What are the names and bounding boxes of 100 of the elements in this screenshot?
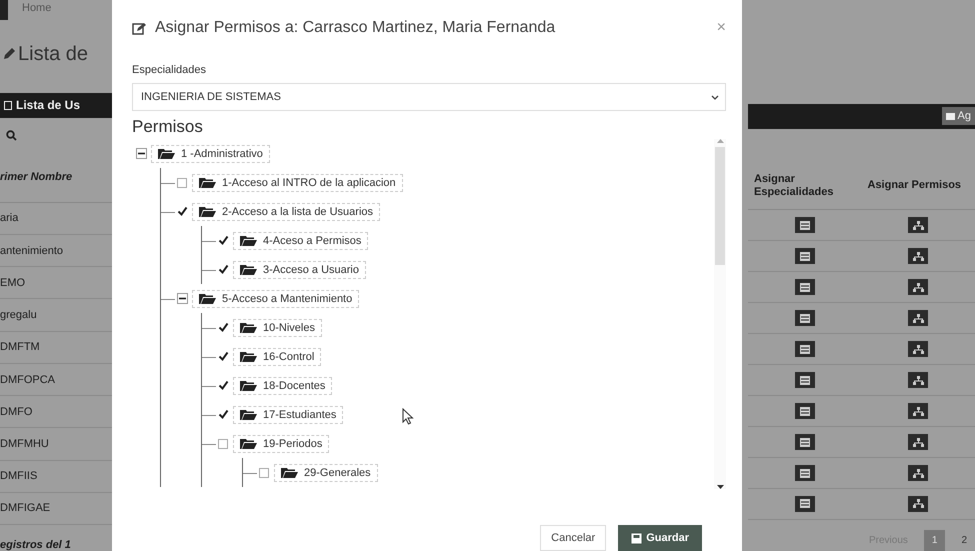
list-icon bbox=[800, 406, 810, 416]
folder-icon bbox=[240, 235, 257, 246]
tree-item[interactable]: 3-Acceso a Usuario bbox=[233, 260, 366, 278]
records-info: egistros del 1 bbox=[0, 538, 72, 551]
specialties-button[interactable] bbox=[794, 434, 815, 450]
pagination-button[interactable]: 2 bbox=[953, 530, 975, 551]
scrollbar-thumb[interactable] bbox=[715, 147, 725, 265]
checkbox[interactable] bbox=[218, 409, 229, 420]
tree-item[interactable]: 4-Aceso a Permisos bbox=[233, 232, 368, 250]
tree-item[interactable]: 17-Estudiantes bbox=[233, 406, 344, 424]
list-icon bbox=[4, 100, 12, 110]
cancel-button[interactable]: Cancelar bbox=[540, 525, 606, 551]
hierarchy-icon bbox=[912, 406, 924, 416]
tree-item[interactable]: 1-Acceso al INTRO de la aplicacion bbox=[192, 174, 403, 192]
tree-item[interactable]: 1 -Administrativo bbox=[151, 144, 270, 162]
permissions-button[interactable] bbox=[908, 248, 928, 264]
permissions-button[interactable] bbox=[908, 310, 928, 326]
hierarchy-icon bbox=[912, 376, 924, 385]
table-cell: DMFO bbox=[0, 406, 32, 418]
collapse-icon[interactable] bbox=[136, 148, 147, 159]
specialties-button[interactable] bbox=[794, 248, 815, 264]
search-icon[interactable] bbox=[6, 130, 17, 141]
permissions-button[interactable] bbox=[908, 341, 928, 358]
checkbox[interactable] bbox=[218, 264, 229, 275]
tree-item[interactable]: 19-Periodos bbox=[233, 434, 330, 452]
tree-item[interactable]: 5-Acceso a Mantenimiento bbox=[192, 290, 360, 308]
specialties-button[interactable] bbox=[794, 465, 815, 481]
hierarchy-icon bbox=[912, 438, 924, 447]
mouse-pointer-icon bbox=[402, 408, 414, 425]
folder-icon bbox=[199, 177, 216, 188]
permissions-button[interactable] bbox=[908, 496, 928, 512]
permissions-button[interactable] bbox=[908, 279, 928, 296]
permissions-button[interactable] bbox=[908, 372, 928, 388]
checkbox[interactable] bbox=[177, 206, 188, 217]
specialties-button[interactable] bbox=[794, 310, 815, 326]
specialties-button[interactable] bbox=[794, 217, 815, 234]
save-button[interactable]: Guardar bbox=[618, 525, 702, 551]
list-icon bbox=[800, 438, 810, 447]
hierarchy-icon bbox=[912, 344, 924, 354]
save-icon bbox=[631, 532, 642, 544]
specialties-button[interactable] bbox=[794, 279, 815, 296]
folder-icon bbox=[240, 322, 257, 333]
edit-icon bbox=[2, 47, 16, 62]
checkbox[interactable] bbox=[259, 467, 270, 478]
table-cell: aria bbox=[0, 212, 18, 224]
table-cell: DMFOPCA bbox=[0, 374, 55, 386]
folder-icon bbox=[158, 148, 175, 159]
table-cell: DMFIIS bbox=[0, 470, 38, 482]
tree-item[interactable]: 16-Control bbox=[233, 348, 322, 366]
specialties-button[interactable] bbox=[794, 496, 815, 512]
edit-icon bbox=[132, 22, 147, 34]
window-icon bbox=[946, 112, 955, 120]
page-heading: Lista de bbox=[18, 42, 88, 66]
list-icon bbox=[800, 314, 810, 323]
specialties-button[interactable] bbox=[794, 341, 815, 358]
folder-icon bbox=[199, 293, 216, 304]
tree-item[interactable]: 2-Acceso a la lista de Usuarios bbox=[192, 202, 380, 220]
list-icon bbox=[800, 252, 810, 261]
permissions-button[interactable] bbox=[908, 465, 928, 481]
list-icon bbox=[800, 468, 810, 478]
column-header[interactable]: rimer Nombre bbox=[0, 171, 72, 184]
section-title: Permisos bbox=[132, 117, 204, 137]
hierarchy-icon bbox=[912, 468, 924, 478]
add-button[interactable]: Ag bbox=[942, 107, 975, 126]
checkbox[interactable] bbox=[218, 438, 229, 449]
table-cell: EMO bbox=[0, 276, 26, 289]
collapse-icon[interactable] bbox=[177, 293, 188, 304]
permissions-button[interactable] bbox=[908, 434, 928, 450]
hierarchy-icon bbox=[912, 282, 924, 292]
specialties-button[interactable] bbox=[794, 372, 815, 388]
hierarchy-icon bbox=[912, 314, 924, 323]
table-cell: gregalu bbox=[0, 309, 37, 322]
hierarchy-icon bbox=[912, 252, 924, 261]
column-header[interactable]: Asignar Permisos bbox=[862, 179, 975, 192]
permissions-button[interactable] bbox=[908, 217, 928, 234]
folder-icon bbox=[199, 206, 216, 217]
list-icon bbox=[800, 220, 810, 230]
table-cell: DMFTM bbox=[0, 341, 40, 354]
hierarchy-icon bbox=[912, 499, 924, 508]
list-icon bbox=[800, 282, 810, 292]
column-header[interactable]: Asignar Especialidades bbox=[748, 172, 862, 199]
checkbox[interactable] bbox=[218, 351, 229, 362]
folder-icon bbox=[240, 351, 257, 362]
tree-item[interactable]: 29-Generales bbox=[274, 464, 378, 482]
field-label: Especialidades bbox=[132, 64, 207, 76]
checkbox[interactable] bbox=[218, 235, 229, 246]
scroll-down-icon[interactable] bbox=[716, 485, 724, 489]
hierarchy-icon bbox=[912, 220, 924, 230]
tree-item[interactable]: 18-Docentes bbox=[233, 376, 332, 394]
checkbox[interactable] bbox=[218, 380, 229, 391]
chevron-down-icon bbox=[711, 94, 719, 100]
permissions-button[interactable] bbox=[908, 403, 928, 420]
folder-icon bbox=[240, 409, 257, 420]
checkbox[interactable] bbox=[177, 177, 188, 188]
specialties-button[interactable] bbox=[794, 403, 815, 420]
specialty-select[interactable]: INGENIERIA DE SISTEMAS bbox=[132, 83, 726, 111]
list-icon bbox=[800, 376, 810, 385]
tree-item[interactable]: 10-Niveles bbox=[233, 318, 322, 336]
table-cell: DMFIGAE bbox=[0, 502, 50, 514]
checkbox[interactable] bbox=[218, 322, 229, 333]
